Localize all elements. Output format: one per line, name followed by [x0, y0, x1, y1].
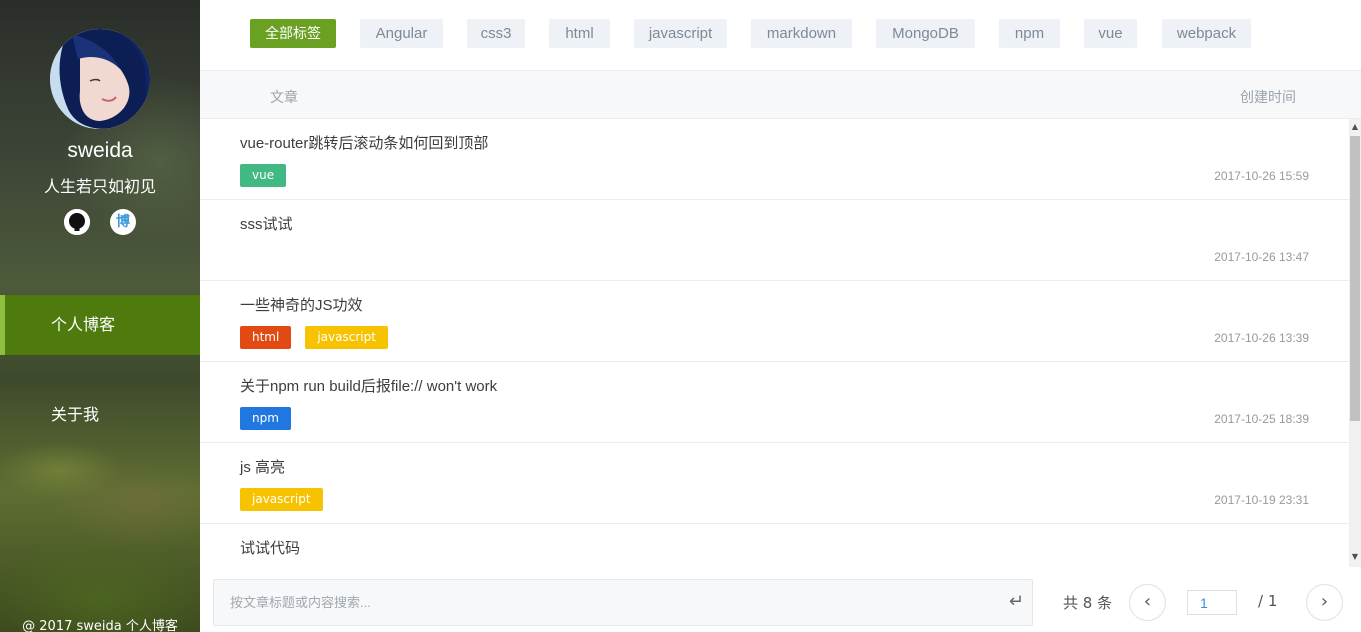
blog-icon[interactable]: 博 — [110, 209, 136, 235]
article-title[interactable]: sss试试 — [240, 213, 293, 234]
tag-chip-javascript[interactable]: javascript — [305, 326, 388, 349]
table-header: 文章 创建时间 — [200, 70, 1361, 119]
bottom-bar: ↵ 共 8 条 ‹ / 1 › — [200, 567, 1361, 632]
article-row[interactable]: vue-router跳转后滚动条如何回到顶部 vue 2017-10-26 15… — [200, 119, 1349, 200]
tag-filter-webpack[interactable]: webpack — [1162, 19, 1251, 48]
article-row[interactable]: sss试试 2017-10-26 13:47 — [200, 200, 1349, 281]
sidebar: sweida 人生若只如初见 博 个人博客 关于我 @ 2017 sweida … — [0, 0, 200, 632]
scroll-up-arrow-icon[interactable]: ▲ — [1349, 121, 1361, 133]
article-tags: javascript — [240, 488, 337, 511]
column-header-created-time: 创建时间 — [1240, 90, 1296, 106]
article-row[interactable]: 试试代码 — [200, 524, 1349, 567]
article-date: 2017-10-26 13:47 — [1214, 250, 1309, 264]
chevron-right-icon: › — [1320, 591, 1329, 612]
tag-chip-javascript[interactable]: javascript — [240, 488, 323, 511]
article-title[interactable]: 关于npm run build后报file:// won't work — [240, 375, 497, 396]
avatar[interactable] — [50, 29, 150, 129]
search-input[interactable] — [214, 580, 1004, 625]
article-title[interactable]: js 高亮 — [240, 456, 285, 477]
article-date: 2017-10-25 18:39 — [1214, 412, 1309, 426]
username: sweida — [67, 139, 133, 162]
tag-filter-all[interactable]: 全部标签 — [250, 19, 336, 48]
tag-filter-markdown[interactable]: markdown — [751, 19, 852, 48]
tag-filter-mongodb[interactable]: MongoDB — [876, 19, 975, 48]
enter-icon[interactable]: ↵ — [1009, 591, 1024, 612]
prev-page-button[interactable]: ‹ — [1129, 584, 1166, 621]
article-date: 2017-10-19 23:31 — [1214, 493, 1309, 507]
tag-filter-npm[interactable]: npm — [999, 19, 1060, 48]
article-tags: npm — [240, 407, 305, 430]
chevron-left-icon: ‹ — [1143, 591, 1152, 612]
page-number-input[interactable] — [1187, 590, 1237, 615]
article-list: vue-router跳转后滚动条如何回到顶部 vue 2017-10-26 15… — [200, 119, 1349, 567]
tag-filter-bar: 全部标签 Angular css3 html javascript markdo… — [200, 0, 1361, 70]
nav-item-about[interactable]: 关于我 — [0, 385, 200, 445]
next-page-button[interactable]: › — [1306, 584, 1343, 621]
nav-item-blog[interactable]: 个人博客 — [0, 295, 200, 355]
article-date: 2017-10-26 13:39 — [1214, 331, 1309, 345]
tag-filter-angular[interactable]: Angular — [360, 19, 443, 48]
article-row[interactable]: 一些神奇的JS功效 html javascript 2017-10-26 13:3… — [200, 281, 1349, 362]
article-row[interactable]: js 高亮 javascript 2017-10-19 23:31 — [200, 443, 1349, 524]
tag-filter-css3[interactable]: css3 — [467, 19, 525, 48]
tag-chip-html[interactable]: html — [240, 326, 292, 349]
article-title[interactable]: 试试代码 — [240, 537, 300, 558]
list-scrollbar[interactable]: ▲ ▼ — [1349, 119, 1361, 567]
github-icon[interactable] — [64, 209, 90, 235]
motto: 人生若只如初见 — [43, 177, 156, 196]
article-date: 2017-10-26 15:59 — [1214, 169, 1309, 183]
tag-filter-html[interactable]: html — [549, 19, 610, 48]
main-content: 全部标签 Angular css3 html javascript markdo… — [200, 0, 1361, 632]
footer-copyright: @ 2017 sweida 个人博客 — [22, 619, 178, 632]
scroll-down-arrow-icon[interactable]: ▼ — [1349, 551, 1361, 563]
tag-filter-vue[interactable]: vue — [1084, 19, 1137, 48]
tag-filter-javascript[interactable]: javascript — [634, 19, 727, 48]
article-row[interactable]: 关于npm run build后报file:// won't work npm … — [200, 362, 1349, 443]
column-header-article: 文章 — [270, 90, 298, 106]
total-count: 共 8 条 — [1063, 594, 1113, 612]
scrollbar-thumb[interactable] — [1350, 136, 1360, 421]
article-tags: html javascript — [240, 326, 402, 349]
total-pages: / 1 — [1258, 592, 1278, 610]
article-title[interactable]: vue-router跳转后滚动条如何回到顶部 — [240, 132, 488, 153]
article-title[interactable]: 一些神奇的JS功效 — [240, 294, 363, 315]
tag-chip-vue[interactable]: vue — [240, 164, 287, 187]
search-box: ↵ — [213, 579, 1033, 626]
article-tags: vue — [240, 164, 300, 187]
tag-chip-npm[interactable]: npm — [240, 407, 291, 430]
